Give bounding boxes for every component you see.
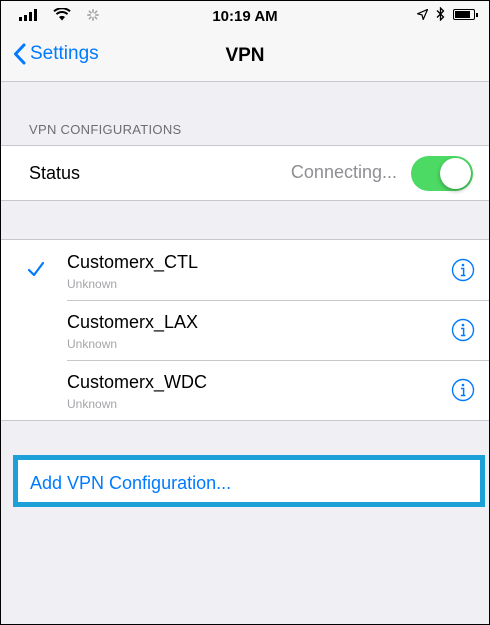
connection-status-value: Connecting... <box>290 162 397 182</box>
configurations-list: Customerx_CTL Unknown Customerx_LAX Unkn… <box>1 239 489 421</box>
add-vpn-configuration-label: Add VPN Configuration... <box>30 473 232 493</box>
list-item-customerx-wdc[interactable]: Customerx_WDC Unknown <box>1 360 489 420</box>
info-icon[interactable] <box>451 258 475 282</box>
info-icon[interactable] <box>451 318 475 342</box>
list-item-customerx-lax[interactable]: Customerx_LAX Unknown <box>1 300 489 360</box>
settings-vpn-screen: 10:19 AM Settings VPN VPN CONFIGURATIONS… <box>0 0 490 625</box>
battery-icon <box>453 8 478 20</box>
status-bar-right <box>417 7 478 21</box>
status-row: Status Connecting... <box>1 146 489 200</box>
status-bar: 10:19 AM <box>1 1 489 31</box>
info-icon[interactable] <box>451 378 475 402</box>
location-arrow-icon <box>417 8 428 20</box>
configuration-name: Customerx_WDC <box>67 372 208 392</box>
status-time: 10:19 AM <box>212 8 278 25</box>
configuration-name: Customerx_LAX <box>67 312 199 332</box>
vpn-toggle-switch[interactable] <box>411 156 473 191</box>
checkmark-icon <box>27 261 45 277</box>
toggle-knob <box>440 158 471 189</box>
list-item-customerx-ctl[interactable]: Customerx_CTL Unknown <box>1 240 489 300</box>
configuration-subtitle: Unknown <box>67 337 118 351</box>
bluetooth-icon <box>436 7 445 21</box>
navigation-bar: Settings VPN <box>1 31 489 82</box>
status-label: Status <box>29 163 81 183</box>
add-vpn-configuration-button[interactable]: Add VPN Configuration... <box>13 455 485 507</box>
status-group: Status Connecting... <box>1 145 489 201</box>
configuration-name: Customerx_CTL <box>67 252 199 272</box>
configuration-subtitle: Unknown <box>67 277 118 291</box>
section-header-vpn-configurations: VPN CONFIGURATIONS <box>29 122 182 137</box>
page-title: VPN <box>225 45 265 66</box>
configuration-subtitle: Unknown <box>67 397 118 411</box>
